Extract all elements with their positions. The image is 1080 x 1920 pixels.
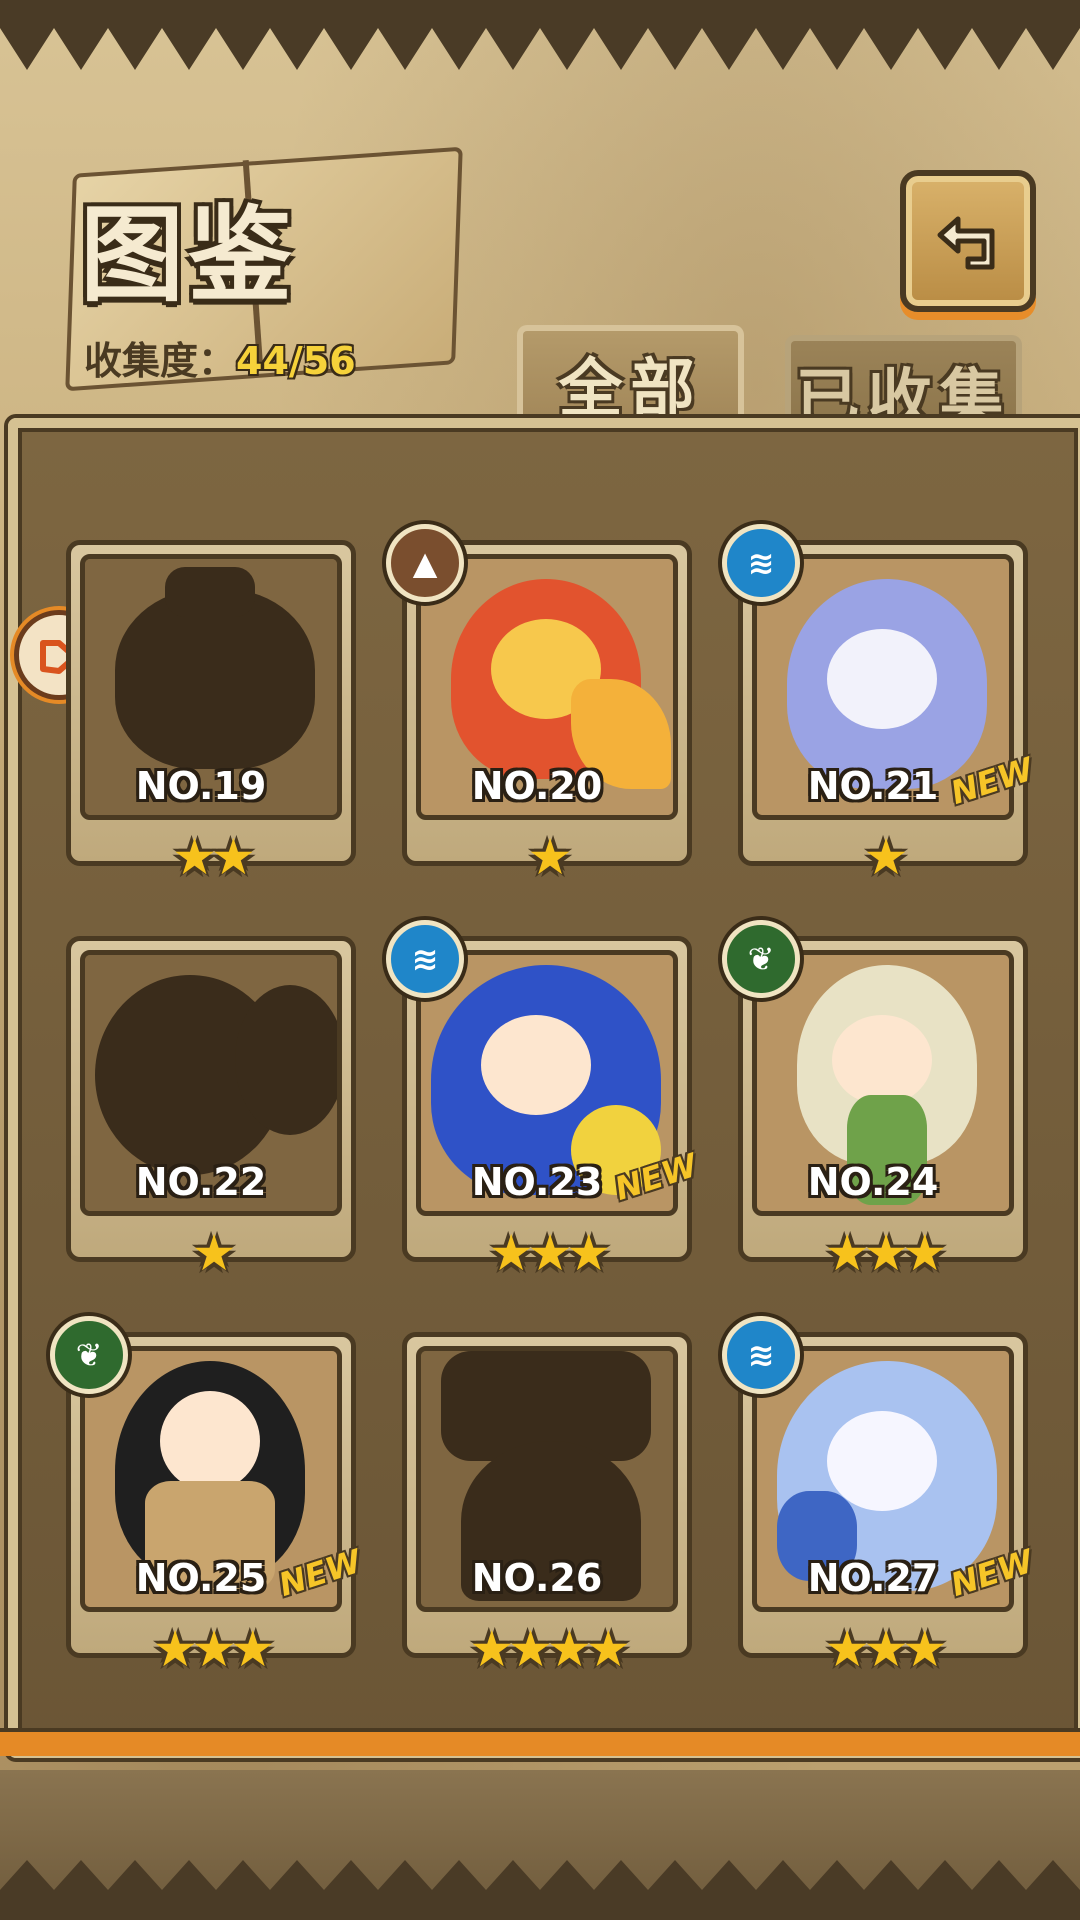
card-number: NO.22 xyxy=(135,1160,267,1204)
rarity-stars: ★★★ xyxy=(488,1224,611,1282)
bottom-border xyxy=(0,1770,1080,1920)
monster-card[interactable]: ≋ NO.27 NEW ★★★ xyxy=(722,1316,1038,1674)
unknown-silhouette xyxy=(165,567,255,617)
water-element-icon: ≋ xyxy=(386,920,464,998)
page-title: 图鉴 xyxy=(80,193,297,316)
monster-card[interactable]: NO.26 ★★★★ xyxy=(402,1332,692,1674)
monster-card[interactable]: ▲ NO.20 ★ xyxy=(386,524,692,882)
rarity-stars: ★★★ xyxy=(824,1224,947,1282)
card-number: NO.19 xyxy=(135,764,267,808)
character-face xyxy=(827,1411,937,1511)
rarity-stars: ★★★★ xyxy=(469,1620,630,1678)
monster-card[interactable]: ❦ NO.25 NEW ★★★ xyxy=(50,1316,366,1674)
panel-bottom-bar xyxy=(0,1728,1080,1756)
rarity-stars: ★ xyxy=(527,828,573,886)
water-element-icon: ≋ xyxy=(722,524,800,602)
monster-card[interactable]: ≋ NO.21 NEW ★ xyxy=(722,524,1038,882)
rarity-stars: ★ xyxy=(191,1224,237,1282)
wood-element-icon: ❦ xyxy=(722,920,800,998)
collection-progress: 收集度：44/56 xyxy=(84,330,356,385)
character-face xyxy=(832,1015,932,1105)
back-arrow-icon xyxy=(937,216,995,270)
card-number: NO.26 xyxy=(471,1556,603,1600)
collection-label: 收集度： xyxy=(84,339,237,383)
rarity-stars: ★★★ xyxy=(152,1620,275,1678)
back-button[interactable] xyxy=(900,170,1036,312)
rarity-stars: ★★ xyxy=(172,828,256,886)
card-number: NO.20 xyxy=(471,764,603,808)
character-face xyxy=(827,629,937,729)
rarity-stars: ★ xyxy=(863,828,909,886)
wood-element-icon: ❦ xyxy=(50,1316,128,1394)
monster-card[interactable]: NO.19 ★★ xyxy=(66,540,356,882)
card-number: NO.24 xyxy=(807,1160,939,1204)
collection-value: 44/56 xyxy=(236,339,356,383)
monster-card[interactable]: ❦ NO.24 ★★★ xyxy=(722,920,1028,1278)
rarity-stars: ★★★ xyxy=(824,1620,947,1678)
monster-card[interactable]: ≋ NO.23 NEW ★★★ xyxy=(386,920,702,1278)
water-element-icon: ≋ xyxy=(722,1316,800,1394)
unknown-silhouette xyxy=(235,985,337,1135)
earth-element-icon: ▲ xyxy=(386,524,464,602)
character-face xyxy=(481,1015,591,1115)
character-face xyxy=(160,1391,260,1491)
monster-card[interactable]: NO.22 ★ xyxy=(66,936,356,1278)
